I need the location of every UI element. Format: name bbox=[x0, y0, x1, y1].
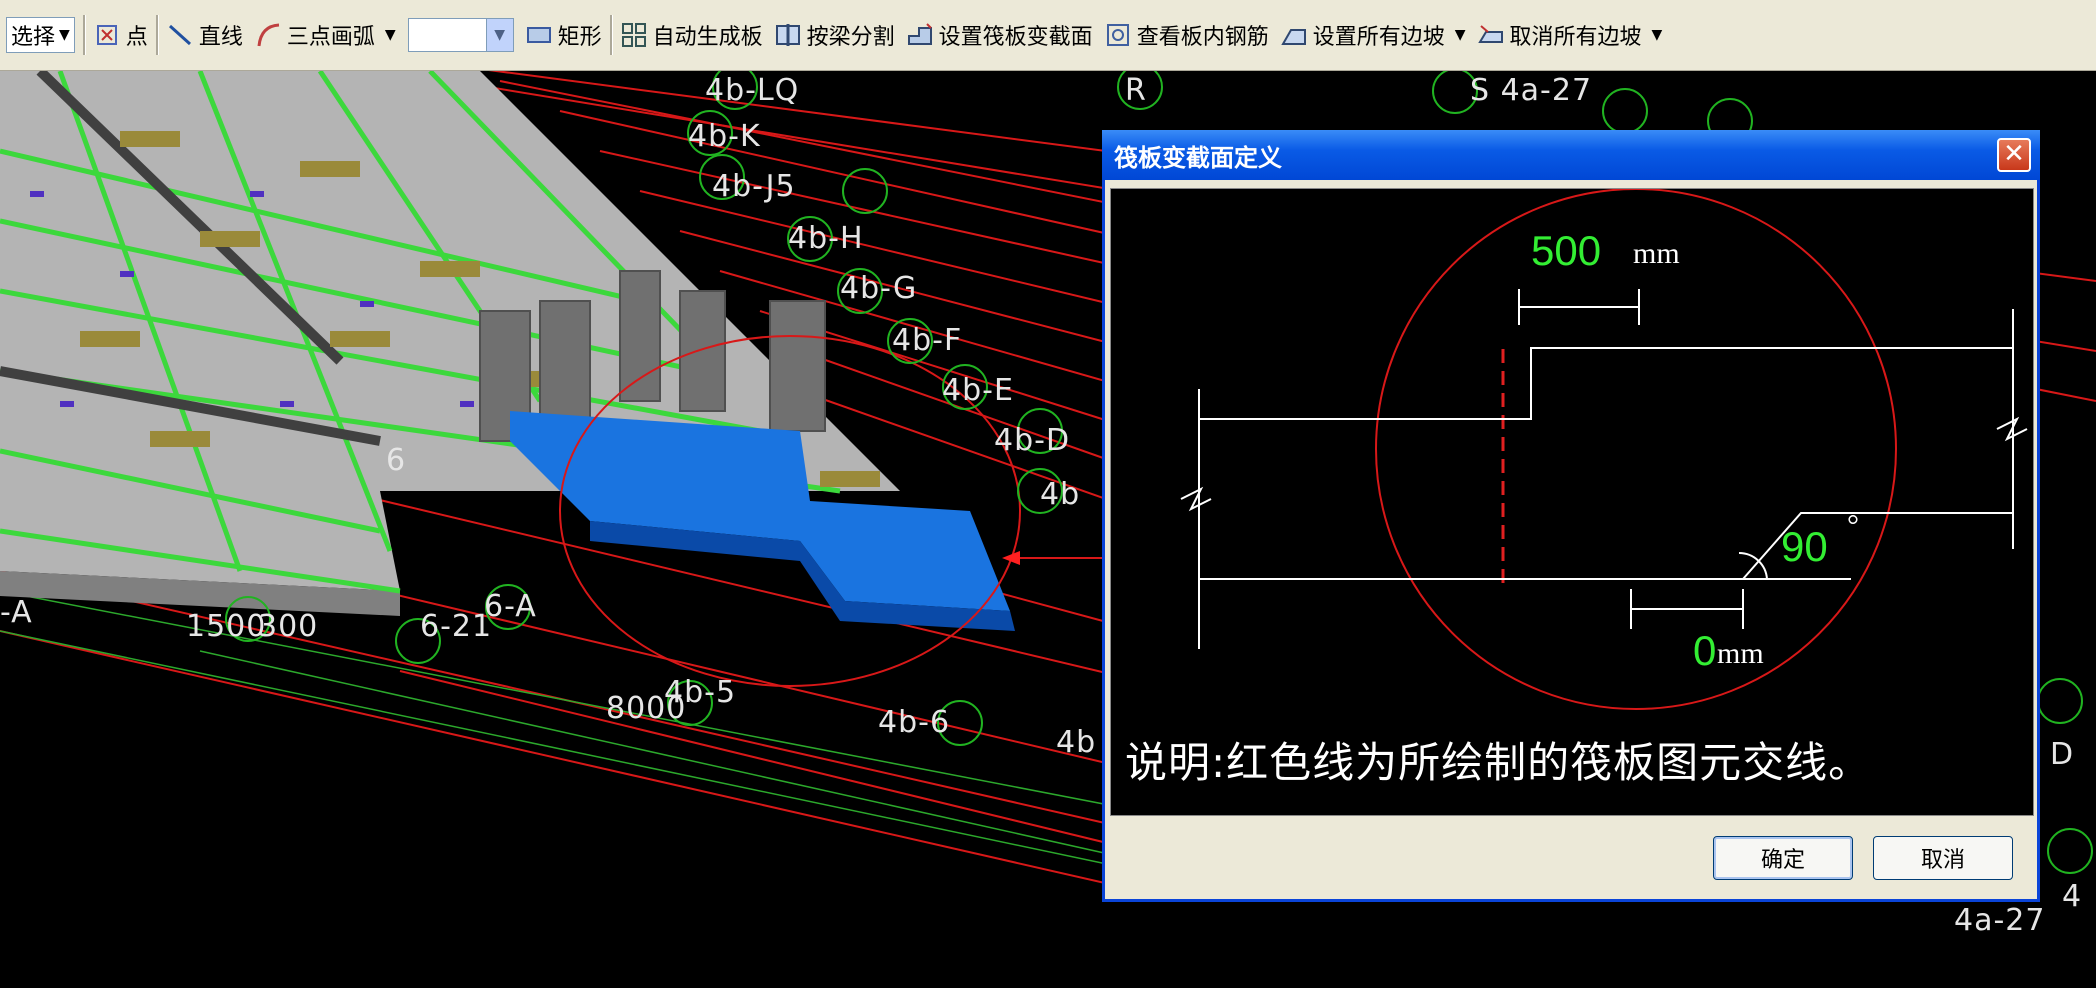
width-unit: mm bbox=[1633, 237, 1680, 270]
arc-icon bbox=[257, 23, 279, 47]
auto-board-button[interactable]: 自动生成板 bbox=[615, 13, 769, 57]
line-button[interactable]: 直线 bbox=[161, 13, 249, 57]
axis-label: 4b-G bbox=[840, 271, 918, 306]
axis-label: D bbox=[2050, 737, 2075, 772]
blue-raft-section[interactable] bbox=[510, 411, 1015, 631]
split-icon bbox=[775, 24, 800, 46]
cancel-slope-icon bbox=[1477, 25, 1503, 43]
axis-label: S 4a-27 bbox=[1470, 73, 1593, 108]
line-icon bbox=[168, 24, 191, 46]
dialog-title: 筏板变截面定义 bbox=[1114, 143, 1282, 172]
axis-label: 4b-D bbox=[994, 423, 1071, 458]
cancel-slopes-button[interactable]: 取消所有边坡 ▼ bbox=[1472, 13, 1669, 57]
axis-label: 300 bbox=[258, 609, 319, 644]
offset-value[interactable]: 0 bbox=[1693, 627, 1716, 675]
split-by-beam-button[interactable]: 按梁分割 bbox=[769, 13, 901, 57]
axis-label: 4b-F bbox=[892, 323, 963, 358]
line-label: 直线 bbox=[198, 25, 243, 50]
axis-label: 4b-6 bbox=[878, 705, 951, 740]
split-by-beam-label: 按梁分割 bbox=[806, 25, 895, 50]
set-section-label: 设置筏板变截面 bbox=[938, 25, 1093, 50]
cancel-button[interactable]: 取消 bbox=[1873, 836, 2013, 880]
offset-unit: mm bbox=[1717, 637, 1764, 670]
select-dropdown[interactable]: 选择 ▼ bbox=[6, 17, 75, 53]
pointer-arrow bbox=[1002, 551, 1020, 565]
axis-label: 4b-K bbox=[688, 119, 761, 154]
cancel-slopes-label: 取消所有边坡 bbox=[1509, 25, 1642, 50]
axis-label: 4a-27 bbox=[1954, 903, 2046, 938]
slope-icon bbox=[1280, 29, 1306, 45]
toolbar-separator bbox=[609, 15, 613, 55]
axis-label: 4b-5 bbox=[664, 675, 737, 710]
axis-label: 4 bbox=[2062, 879, 2083, 914]
axis-label: 1500 bbox=[186, 609, 267, 644]
angle-value[interactable]: 90 bbox=[1781, 523, 1828, 571]
set-slopes-button[interactable]: 设置所有边坡 ▼ bbox=[1275, 13, 1472, 57]
axis-label: 4b-J5 bbox=[712, 169, 796, 204]
axis-label: 4b-E bbox=[942, 373, 1014, 408]
chevron-down-icon: ▼ bbox=[59, 27, 70, 43]
grid-icon bbox=[621, 23, 646, 47]
close-icon[interactable]: ✕ bbox=[1997, 138, 2031, 172]
section-preview: 500 mm 90 ° 0 mm 说明:红色线为所绘制的筏板图元交线。 bbox=[1110, 188, 2034, 816]
toolbar: 选择 ▼ 点 直线 三点画弧 ▼ ▼ 矩形 自动生成板 按梁分割 设置筏板变截面 bbox=[0, 0, 2096, 71]
axis-label: -A bbox=[0, 595, 33, 630]
shape-combo[interactable]: ▼ bbox=[407, 18, 514, 52]
dialog-title-bar[interactable]: 筏板变截面定义 bbox=[1102, 130, 2040, 180]
arc-button[interactable]: 三点画弧 ▼ bbox=[249, 13, 402, 57]
axis-label: 6 bbox=[386, 443, 407, 478]
select-label: 选择 bbox=[11, 25, 56, 50]
rebar-view-icon bbox=[1106, 24, 1129, 46]
section-diagram bbox=[1180, 189, 2028, 710]
point-label: 点 bbox=[125, 25, 148, 50]
axis-label: R bbox=[1125, 73, 1147, 108]
chevron-down-icon[interactable]: ▼ bbox=[385, 27, 396, 43]
toolbar-separator bbox=[155, 15, 159, 55]
axis-label: 4b-LQ bbox=[705, 73, 800, 108]
rectangle-icon bbox=[526, 27, 551, 43]
section-icon bbox=[907, 23, 932, 45]
view-rebar-button[interactable]: 查看板内钢筋 bbox=[1099, 13, 1275, 57]
rect-button[interactable]: 矩形 bbox=[520, 13, 608, 57]
point-button[interactable]: 点 bbox=[88, 13, 154, 57]
description-note: 说明:红色线为所绘制的筏板图元交线。 bbox=[1125, 738, 1872, 787]
axis-label: 4b bbox=[1056, 725, 1097, 760]
rect-label: 矩形 bbox=[557, 25, 602, 50]
axis-label: 4b-H bbox=[788, 221, 864, 256]
view-rebar-label: 查看板内钢筋 bbox=[1136, 25, 1269, 50]
point-icon bbox=[96, 25, 117, 45]
arc-label: 三点画弧 bbox=[286, 25, 375, 50]
raft-section-dialog: 筏板变截面定义 ✕ 500 mm 90 ° 0 mm 说明:红色线为所绘制的筏板… bbox=[1102, 130, 2040, 902]
width-value[interactable]: 500 bbox=[1531, 227, 1601, 275]
chevron-down-icon[interactable]: ▼ bbox=[485, 19, 513, 51]
toolbar-separator bbox=[82, 15, 86, 55]
chevron-down-icon[interactable]: ▼ bbox=[1455, 27, 1466, 43]
chevron-down-icon[interactable]: ▼ bbox=[1652, 27, 1663, 43]
axis-label: 4b bbox=[1040, 477, 1081, 512]
auto-board-label: 自动生成板 bbox=[652, 25, 763, 50]
ok-button[interactable]: 确定 bbox=[1713, 836, 1853, 880]
angle-unit: ° bbox=[1847, 509, 1859, 542]
axis-label: 6-21 bbox=[420, 609, 493, 644]
set-section-button[interactable]: 设置筏板变截面 bbox=[901, 13, 1099, 57]
set-slopes-label: 设置所有边坡 bbox=[1312, 25, 1445, 50]
